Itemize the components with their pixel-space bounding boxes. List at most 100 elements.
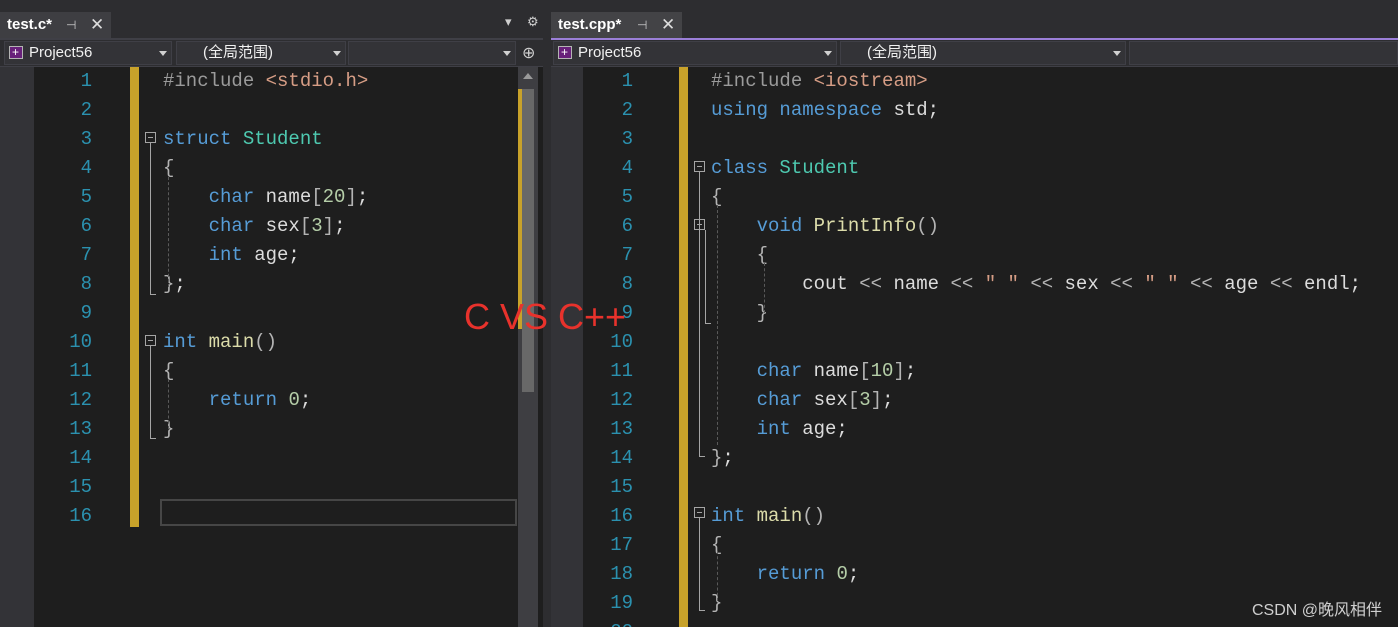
code-line[interactable]: 14 xyxy=(0,444,543,473)
collapse-icon[interactable] xyxy=(145,335,156,346)
code-line[interactable]: 13 int age; xyxy=(551,415,1398,444)
code-line[interactable]: 6 char sex[3]; xyxy=(0,212,543,241)
code-line[interactable]: 10 xyxy=(551,328,1398,357)
code-line[interactable]: 8}; xyxy=(0,270,543,299)
collapse-icon[interactable] xyxy=(694,161,705,172)
code-line[interactable]: 13} xyxy=(0,415,543,444)
tab-list-dropdown-icon[interactable]: ▾ xyxy=(505,14,512,30)
code-text: return 0; xyxy=(711,560,860,589)
code-text: #include <stdio.h> xyxy=(163,67,368,96)
code-line[interactable]: 17{ xyxy=(551,531,1398,560)
fold-end xyxy=(699,456,705,457)
indent-guide xyxy=(717,551,718,601)
pin-icon[interactable]: ⊣ xyxy=(66,12,76,38)
line-number: 1 xyxy=(80,70,92,92)
code-line[interactable]: 16 int main() xyxy=(551,502,1398,531)
code-token: name xyxy=(265,186,312,208)
code-token: << xyxy=(950,273,974,295)
code-token: () xyxy=(802,505,826,527)
code-token: endl; xyxy=(1292,273,1362,295)
code-token: << xyxy=(1110,273,1133,295)
code-token: 3 xyxy=(311,215,323,237)
code-token: class xyxy=(711,157,780,179)
code-line[interactable]: 9 } xyxy=(551,299,1398,328)
code-text: char name[20]; xyxy=(163,183,369,212)
chevron-down-icon xyxy=(503,51,511,56)
line-number: 17 xyxy=(610,534,633,556)
close-icon[interactable]: ✕ xyxy=(661,12,675,38)
line-number: 5 xyxy=(621,186,633,208)
code-line[interactable]: 15 xyxy=(551,473,1398,502)
project-label: Project56 xyxy=(29,44,93,61)
code-line[interactable]: 5{ xyxy=(551,183,1398,212)
code-line[interactable]: 6 void PrintInfo() xyxy=(551,212,1398,241)
collapse-icon[interactable] xyxy=(145,132,156,143)
line-number: 8 xyxy=(621,273,633,295)
code-line[interactable]: 12 return 0; xyxy=(0,386,543,415)
code-line[interactable]: 2 xyxy=(0,96,543,125)
scroll-up-icon[interactable] xyxy=(523,73,533,79)
collapse-icon[interactable] xyxy=(694,219,705,230)
navigation-bar: Project56 (全局范围) xyxy=(551,40,1398,67)
tab-title: test.c* xyxy=(7,16,53,33)
code-line[interactable]: 3 xyxy=(551,125,1398,154)
code-token: struct xyxy=(163,128,243,150)
member-combo[interactable] xyxy=(1129,41,1398,65)
project-combo[interactable]: Project56 xyxy=(553,41,837,65)
code-line[interactable]: 15 xyxy=(0,473,543,502)
collapse-icon[interactable] xyxy=(694,507,705,518)
code-editor[interactable]: 1 #include <stdio.h> 2 3 struct Student 4{5 c… xyxy=(0,67,543,627)
code-line[interactable]: 12 char sex[3]; xyxy=(551,386,1398,415)
code-token: 3 xyxy=(859,389,871,411)
code-line[interactable]: 7 int age; xyxy=(0,241,543,270)
code-token: using namespace xyxy=(711,99,894,121)
code-text: }; xyxy=(711,444,734,473)
code-token: () xyxy=(916,215,940,237)
code-token: << xyxy=(1269,273,1293,295)
editor-pane-cpp: test.cpp* ⊣ ✕ Project56 (全局范围) 1 #include… xyxy=(551,0,1398,627)
pin-icon[interactable]: ⊣ xyxy=(637,12,647,38)
code-token: #include xyxy=(711,70,814,92)
line-number: 11 xyxy=(610,360,633,382)
code-line[interactable]: 2 using namespace std; xyxy=(551,96,1398,125)
code-token: Student xyxy=(779,157,860,179)
tab-test-c[interactable]: test.c* ⊣ ✕ xyxy=(0,12,111,38)
code-token: char xyxy=(756,389,814,411)
code-line[interactable]: 10 int main() xyxy=(0,328,543,357)
code-token: age; xyxy=(802,418,848,440)
chevron-down-icon xyxy=(824,51,832,56)
project-combo[interactable]: Project56 xyxy=(4,41,172,65)
line-number: 14 xyxy=(69,447,92,469)
code-line[interactable]: 1 #include <stdio.h> xyxy=(0,67,543,96)
code-line[interactable]: 3 struct Student xyxy=(0,125,543,154)
code-token: 0 xyxy=(836,563,848,585)
code-token: cout xyxy=(711,273,860,295)
code-line[interactable]: 9 xyxy=(0,299,543,328)
code-line[interactable]: 4 class Student xyxy=(551,154,1398,183)
code-line[interactable]: 7 { xyxy=(551,241,1398,270)
tab-strip: test.cpp* ⊣ ✕ xyxy=(551,0,1398,40)
code-text: int age; xyxy=(163,241,300,270)
scope-combo[interactable]: (全局范围) xyxy=(840,41,1126,65)
code-line[interactable]: 5 char name[20]; xyxy=(0,183,543,212)
code-token: char xyxy=(208,186,266,208)
split-window-icon[interactable]: ⊕ xyxy=(522,43,535,63)
code-line[interactable]: 1 #include <iostream> xyxy=(551,67,1398,96)
scroll-thumb[interactable] xyxy=(522,89,534,392)
close-icon[interactable]: ✕ xyxy=(90,12,104,38)
settings-icon[interactable]: ⚙ xyxy=(527,14,539,30)
code-line[interactable]: 18 return 0; xyxy=(551,560,1398,589)
code-line[interactable]: 11{ xyxy=(0,357,543,386)
vertical-scrollbar[interactable] xyxy=(518,67,538,627)
code-token: << xyxy=(1189,273,1213,295)
code-token: { xyxy=(163,157,175,179)
code-editor[interactable]: 1 #include <iostream> 2 using namespace std… xyxy=(551,67,1398,627)
code-line[interactable]: 11 char name[10]; xyxy=(551,357,1398,386)
scope-combo[interactable]: (全局范围) xyxy=(176,41,346,65)
code-line[interactable]: 4{ xyxy=(0,154,543,183)
member-combo[interactable] xyxy=(348,41,516,65)
tab-test-cpp[interactable]: test.cpp* ⊣ ✕ xyxy=(551,12,682,38)
code-line[interactable]: 8 cout << name << " " << sex << " " << a… xyxy=(551,270,1398,299)
code-line[interactable]: 14}; xyxy=(551,444,1398,473)
